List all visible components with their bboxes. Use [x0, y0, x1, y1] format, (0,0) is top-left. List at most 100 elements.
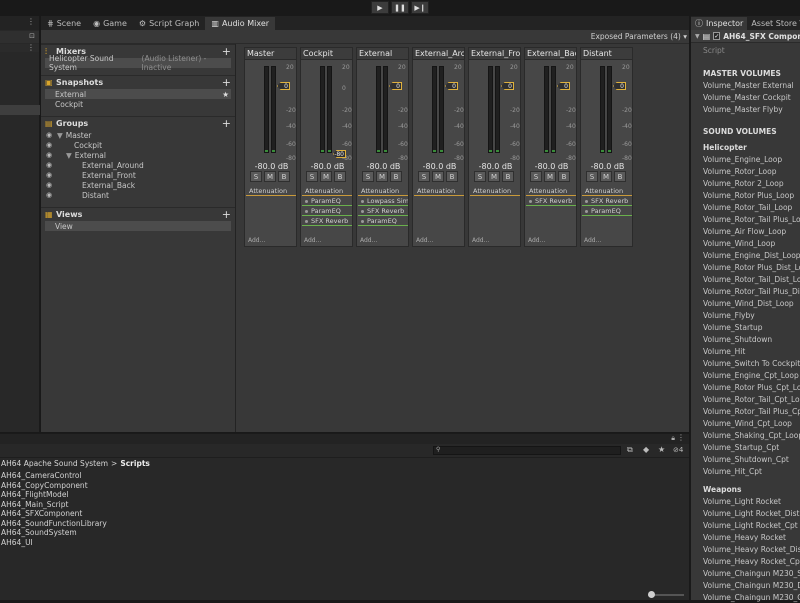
- strip-name[interactable]: External_Back: [525, 48, 576, 60]
- eye-icon[interactable]: ◉: [46, 161, 52, 169]
- tab-game[interactable]: ◉ Game: [87, 17, 133, 30]
- mixer-item[interactable]: Helicopter Sound System (Audio Listener)…: [45, 54, 231, 72]
- project-file-item[interactable]: AH64_CameraControl: [0, 471, 689, 481]
- effect-slot[interactable]: Lowpass Simple: [358, 197, 408, 206]
- group-item[interactable]: ◉ ▼ External: [41, 150, 235, 160]
- more-menu-icon[interactable]: ⋮: [27, 17, 35, 26]
- group-item[interactable]: ◉ External_Back: [41, 180, 235, 190]
- more-menu-icon[interactable]: ⋮: [677, 433, 685, 442]
- solo-button[interactable]: S: [530, 171, 542, 182]
- strip-name[interactable]: Distant: [581, 48, 632, 60]
- mute-button[interactable]: M: [432, 171, 444, 182]
- effect-slot[interactable]: ParamEQ: [302, 197, 352, 206]
- solo-button[interactable]: S: [250, 171, 262, 182]
- snapshot-item[interactable]: External ★: [45, 89, 231, 99]
- effect-slot[interactable]: SFX Reverb: [302, 217, 352, 226]
- add-effect-button[interactable]: Add...: [248, 237, 265, 244]
- effect-slot[interactable]: ParamEQ: [358, 217, 408, 226]
- exposed-parameters-dropdown[interactable]: Exposed Parameters (4) ▾: [591, 32, 687, 41]
- volume-fader-handle[interactable]: 0: [557, 82, 570, 90]
- tab-audio-mixer[interactable]: ▥ Audio Mixer: [205, 17, 276, 30]
- hierarchy-row[interactable]: ⋮: [0, 43, 39, 52]
- enable-checkbox[interactable]: ✓: [713, 32, 721, 40]
- strip-name[interactable]: Master: [245, 48, 296, 60]
- project-search-input[interactable]: ⚲: [433, 446, 621, 455]
- volume-fader-handle[interactable]: 0: [389, 82, 402, 90]
- mute-button[interactable]: M: [264, 171, 276, 182]
- hierarchy-selected-row[interactable]: [0, 105, 40, 115]
- strip-name[interactable]: External_Around: [413, 48, 464, 60]
- add-effect-button[interactable]: Add...: [528, 237, 545, 244]
- mute-button[interactable]: M: [376, 171, 388, 182]
- volume-fader-handle[interactable]: 0: [501, 82, 514, 90]
- project-file-item[interactable]: AH64_SFXComponent: [0, 509, 689, 519]
- zoom-slider-handle[interactable]: [648, 591, 655, 598]
- solo-button[interactable]: S: [586, 171, 598, 182]
- hidden-count[interactable]: ⊘4: [673, 446, 683, 454]
- add-group-button[interactable]: +: [222, 117, 231, 130]
- project-file-item[interactable]: AH64_FlightModel: [0, 490, 689, 500]
- group-item[interactable]: ◉ External_Front: [41, 170, 235, 180]
- solo-button[interactable]: S: [474, 171, 486, 182]
- strip-name[interactable]: Cockpit: [301, 48, 352, 60]
- mute-button[interactable]: M: [488, 171, 500, 182]
- view-item[interactable]: View: [45, 221, 231, 231]
- volume-fader-handle[interactable]: 0: [277, 82, 290, 90]
- zoom-slider[interactable]: [648, 591, 684, 598]
- effect-slot[interactable]: Attenuation: [470, 187, 520, 196]
- component-header[interactable]: ▼ ▤ ✓ AH64_SFX Component: [691, 30, 800, 43]
- favorite-star-icon[interactable]: ★: [658, 445, 665, 454]
- solo-button[interactable]: S: [418, 171, 430, 182]
- project-file-item[interactable]: AH64_SoundSystem: [0, 528, 689, 538]
- strip-name[interactable]: External_Front: [469, 48, 520, 60]
- fold-arrow-icon[interactable]: ▼: [57, 131, 63, 140]
- solo-button[interactable]: S: [362, 171, 374, 182]
- breadcrumb-leaf[interactable]: Scripts: [120, 459, 150, 468]
- effect-slot[interactable]: Attenuation: [302, 187, 352, 196]
- bypass-button[interactable]: B: [502, 171, 514, 182]
- volume-fader-handle[interactable]: 0: [445, 82, 458, 90]
- hierarchy-search[interactable]: ⊡: [0, 31, 39, 43]
- tab-scene[interactable]: ⋕ Scene: [41, 17, 87, 30]
- lock-icon[interactable]: 🔒︎: [671, 434, 675, 443]
- strip-name[interactable]: External: [357, 48, 408, 60]
- effect-slot[interactable]: SFX Reverb: [582, 197, 632, 206]
- breadcrumb-root[interactable]: AH64 Apache Sound System: [1, 459, 108, 468]
- bypass-button[interactable]: B: [278, 171, 290, 182]
- project-file-item[interactable]: AH64_CopyComponent: [0, 481, 689, 491]
- snapshot-item[interactable]: Cockpit: [45, 99, 231, 109]
- mute-button[interactable]: M: [600, 171, 612, 182]
- fold-arrow-icon[interactable]: ▼: [695, 33, 700, 40]
- group-item[interactable]: ◉ ▼ Master: [41, 130, 235, 140]
- effect-slot[interactable]: Attenuation: [414, 187, 464, 196]
- bypass-button[interactable]: B: [390, 171, 402, 182]
- eye-icon[interactable]: ◉: [46, 191, 52, 199]
- step-button[interactable]: ▶❙: [411, 1, 429, 14]
- add-snapshot-button[interactable]: +: [222, 76, 231, 89]
- add-effect-button[interactable]: Add...: [304, 237, 321, 244]
- project-file-item[interactable]: AH64_Main_Script: [0, 500, 689, 510]
- project-file-item[interactable]: AH64_UI: [0, 538, 689, 548]
- tab-script-graph[interactable]: ⚙ Script Graph: [133, 17, 205, 30]
- add-effect-button[interactable]: Add...: [416, 237, 433, 244]
- solo-button[interactable]: S: [306, 171, 318, 182]
- mute-button[interactable]: M: [544, 171, 556, 182]
- effect-slot[interactable]: SFX Reverb: [526, 197, 576, 206]
- add-effect-button[interactable]: Add...: [360, 237, 377, 244]
- tab-inspector[interactable]: ⓘ Inspector: [691, 17, 748, 30]
- star-icon[interactable]: ★: [222, 90, 229, 99]
- tab-asset-store[interactable]: Asset Store Va: [747, 17, 800, 30]
- effect-slot[interactable]: Attenuation: [526, 187, 576, 196]
- project-file-item[interactable]: AH64_SoundFunctionLibrary: [0, 519, 689, 529]
- row-menu-icon[interactable]: ⋮: [27, 43, 35, 52]
- eye-icon[interactable]: ◉: [46, 151, 52, 159]
- play-button[interactable]: ▶: [371, 1, 389, 14]
- effect-slot[interactable]: Attenuation: [246, 187, 296, 196]
- eye-icon[interactable]: ◉: [46, 141, 52, 149]
- group-item[interactable]: ◉ Distant: [41, 190, 235, 200]
- eye-icon[interactable]: ◉: [46, 181, 52, 189]
- volume-fader-handle[interactable]: -80: [333, 150, 346, 158]
- effect-slot[interactable]: ParamEQ: [302, 207, 352, 216]
- add-effect-button[interactable]: Add...: [472, 237, 489, 244]
- pause-button[interactable]: ❚❚: [391, 1, 409, 14]
